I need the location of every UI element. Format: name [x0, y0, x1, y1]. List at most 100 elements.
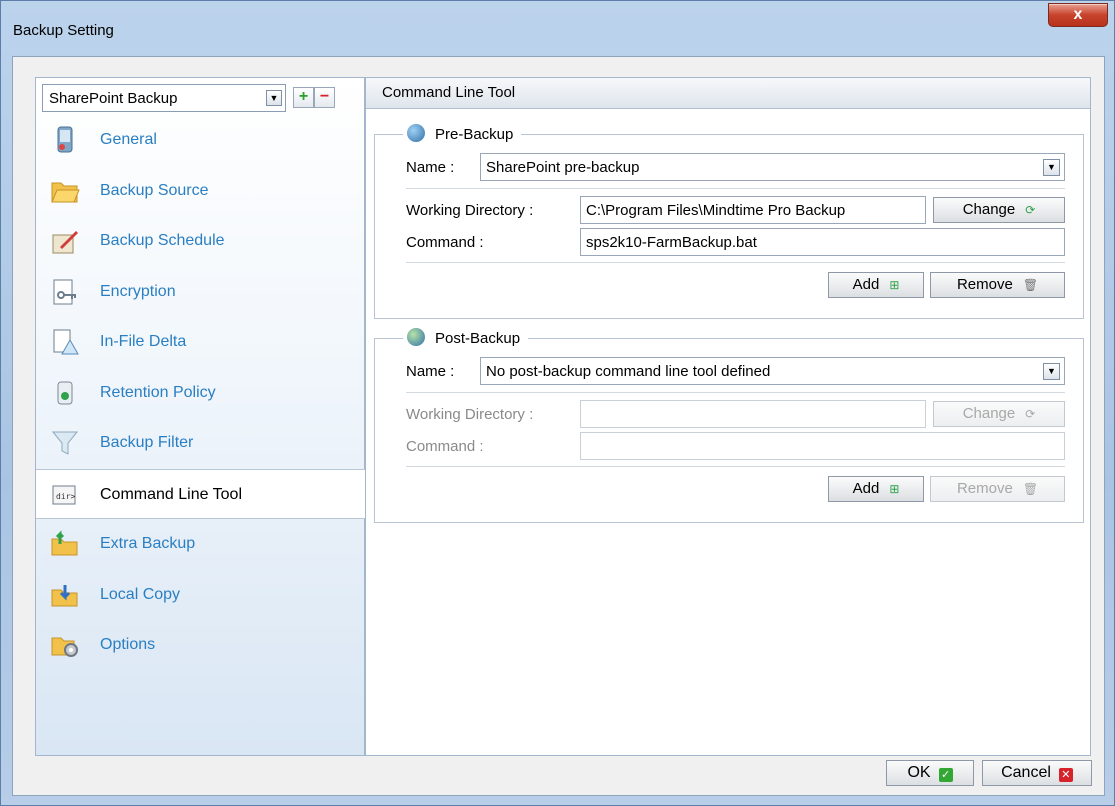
cancel-label: Cancel — [1001, 764, 1051, 781]
pre-command-input[interactable]: sps2k10-FarmBackup.bat — [580, 228, 1065, 256]
pre-add-button[interactable]: Add ⊞ — [828, 272, 924, 298]
encryption-icon — [53, 279, 76, 304]
title-bar: Backup Setting x — [1, 1, 1114, 59]
sidebar-item-label: Retention Policy — [100, 383, 216, 401]
divider — [406, 466, 1065, 467]
post-backup-name-value: No post-backup command line tool defined — [486, 363, 771, 380]
trash-icon: 🗑 — [1022, 482, 1039, 496]
refresh-icon: ⟳ — [1025, 203, 1036, 217]
post-backup-title: Post-Backup — [435, 330, 521, 347]
sidebar-item-options[interactable]: Options — [36, 620, 366, 671]
sidebar-item-label: Backup Schedule — [100, 232, 225, 249]
sidebar-item-command-line-tool[interactable]: dir> Command Line Tool — [36, 468, 367, 519]
remove-label: Remove — [956, 276, 1013, 293]
pre-command-value: sps2k10-FarmBackup.bat — [586, 234, 757, 251]
divider — [406, 188, 1065, 189]
divider — [406, 392, 1065, 393]
schedule-icon — [52, 231, 78, 254]
pre-backup-name-value: SharePoint pre-backup — [486, 159, 640, 176]
local-copy-icon — [51, 584, 78, 606]
sidebar-item-label: Extra Backup — [100, 535, 196, 552]
post-name-label: Name : — [406, 363, 455, 380]
post-command-input[interactable] — [580, 432, 1065, 460]
cancel-button[interactable]: Cancel ✕ — [982, 760, 1092, 786]
extra-backup-icon — [51, 530, 78, 556]
post-add-button[interactable]: Add ⊞ — [828, 476, 924, 502]
remove-backup-set-button[interactable]: − — [314, 87, 335, 108]
pre-working-directory-label: Working Directory : — [406, 202, 534, 219]
sidebar-item-label: In-File Delta — [100, 333, 187, 350]
settings-sidebar: SharePoint Backup ▼ + − General Backup S… — [35, 77, 367, 756]
pre-working-directory-input[interactable]: C:\Program Files\Mindtime Pro Backup — [580, 196, 926, 224]
add-icon: ⊞ — [889, 278, 900, 292]
sidebar-item-backup-schedule[interactable]: Backup Schedule — [36, 216, 366, 267]
cmd-icon: dir> — [52, 485, 76, 504]
recycle-bin-icon — [57, 381, 73, 404]
add-backup-set-button[interactable]: + — [293, 87, 314, 108]
sidebar-item-label: Backup Source — [100, 181, 209, 199]
sidebar-item-general[interactable]: General — [36, 115, 366, 166]
general-icon — [57, 126, 73, 153]
close-icon: ✕ — [1058, 768, 1073, 782]
ok-label: OK — [907, 764, 931, 781]
chevron-down-icon[interactable]: ▼ — [266, 90, 282, 106]
chevron-down-icon[interactable]: ▼ — [1043, 363, 1060, 380]
svg-text:dir>: dir> — [56, 492, 75, 501]
sidebar-item-label: Backup Filter — [100, 434, 194, 451]
trash-icon: 🗑 — [1022, 278, 1039, 292]
backup-set-dropdown[interactable]: SharePoint Backup ▼ — [42, 84, 286, 112]
sidebar-item-encryption[interactable]: Encryption — [36, 267, 366, 318]
add-label: Add — [852, 276, 880, 293]
sidebar-item-label: Local Copy — [100, 585, 181, 603]
sidebar-item-local-copy[interactable]: Local Copy — [36, 570, 366, 621]
pre-remove-button[interactable]: Remove 🗑 — [930, 272, 1065, 298]
sidebar-item-extra-backup[interactable]: Extra Backup — [36, 519, 366, 570]
post-change-directory-button[interactable]: Change ⟳ — [933, 401, 1065, 427]
folder-icon — [51, 182, 80, 202]
dialog-client: SharePoint Backup ▼ + − General Backup S… — [12, 56, 1105, 796]
post-backup-group: Post-Backup Name : No post-backup comman… — [374, 328, 1084, 523]
sidebar-item-backup-filter[interactable]: Backup Filter — [36, 418, 366, 469]
check-icon: ✓ — [938, 768, 953, 782]
sidebar-item-label: General — [100, 131, 157, 148]
globe-icon — [407, 328, 425, 346]
window-title: Backup Setting — [13, 22, 114, 39]
sidebar-item-in-file-delta[interactable]: In-File Delta — [36, 317, 366, 368]
sidebar-item-label: Encryption — [100, 282, 176, 300]
pre-backup-legend: Pre-Backup — [403, 124, 522, 146]
post-backup-legend: Post-Backup — [403, 328, 529, 350]
command-line-tool-panel: Command Line Tool Pre-Backup Name : Shar… — [365, 77, 1091, 756]
sidebar-item-retention-policy[interactable]: Retention Policy — [36, 368, 366, 419]
pre-change-directory-button[interactable]: Change ⟳ — [933, 197, 1065, 223]
sidebar-item-label: Command Line Tool — [100, 485, 243, 503]
backup-set-value: SharePoint Backup — [49, 90, 178, 107]
options-icon — [51, 637, 78, 657]
pre-backup-name-dropdown[interactable]: SharePoint pre-backup ▼ — [480, 153, 1065, 181]
post-working-directory-input[interactable] — [580, 400, 926, 428]
funnel-icon — [51, 431, 79, 455]
post-working-directory-label: Working Directory : — [406, 406, 534, 423]
post-command-label: Command : — [406, 438, 484, 455]
delta-icon — [53, 329, 79, 355]
post-backup-name-dropdown[interactable]: No post-backup command line tool defined… — [480, 357, 1065, 385]
chevron-down-icon[interactable]: ▼ — [1043, 159, 1060, 176]
globe-icon — [407, 124, 425, 142]
sidebar-item-label: Options — [100, 636, 156, 653]
panel-title: Command Line Tool — [366, 78, 1090, 109]
ok-button[interactable]: OK ✓ — [886, 760, 974, 786]
add-label: Add — [852, 480, 880, 497]
sidebar-item-backup-source[interactable]: Backup Source — [36, 166, 366, 217]
change-label: Change — [962, 201, 1016, 218]
pre-working-directory-value: C:\Program Files\Mindtime Pro Backup — [586, 202, 846, 219]
pre-name-label: Name : — [406, 159, 455, 176]
refresh-icon: ⟳ — [1025, 407, 1036, 421]
close-button[interactable]: x — [1048, 3, 1108, 27]
pre-backup-title: Pre-Backup — [435, 126, 514, 143]
settings-nav: General Backup Source Backup Schedule En… — [36, 115, 367, 671]
remove-label: Remove — [956, 480, 1013, 497]
post-remove-button[interactable]: Remove 🗑 — [930, 476, 1065, 502]
pre-backup-group: Pre-Backup Name : SharePoint pre-backup … — [374, 124, 1084, 319]
add-icon: ⊞ — [889, 482, 900, 496]
profile-selector: SharePoint Backup ▼ + − — [42, 84, 360, 114]
pre-command-label: Command : — [406, 234, 484, 251]
